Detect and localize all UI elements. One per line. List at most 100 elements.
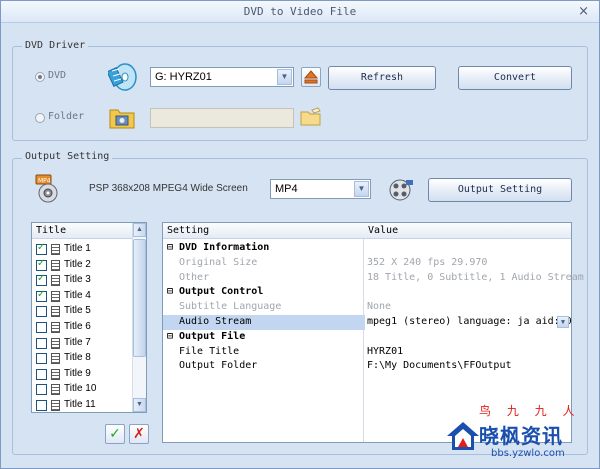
uncheck-all-button[interactable]: ✗ [129,424,149,444]
title-checkbox[interactable] [36,322,47,333]
dvd-disc-icon [106,59,138,93]
grid-header-setting: Setting [167,225,210,236]
grid-setting-value: HYRZ01 [367,345,404,357]
grid-setting-value: F:\My Documents\FFOutput [367,360,512,372]
title-list-item[interactable]: Title 10 [36,382,136,397]
grid-setting-key: Other [179,271,210,283]
title-checkbox[interactable] [36,289,47,302]
grid-setting-row[interactable]: Original Size 352 X 240 fps 29.970 [163,256,571,271]
title-list-item[interactable]: Title 11 [36,398,136,413]
title-item-label: Title 4 [64,289,91,301]
title-bar[interactable]: DVD to Video File × [1,1,599,23]
grid-setting-key: Original Size [179,256,258,268]
watermark-text: 晓枫资讯 [479,424,563,448]
chevron-down-icon[interactable]: ▼ [277,69,292,85]
grid-setting-row[interactable]: File Title HYRZ01 [163,345,571,360]
grid-setting-row[interactable]: Audio Stream mpeg1 (stereo) language: ja … [163,315,572,330]
grid-setting-value: None [367,301,392,313]
folder-path-input[interactable] [150,108,294,128]
grid-setting-row[interactable]: Subtitle Language None [163,300,571,315]
film-icon [51,384,60,396]
folder-radio-label: Folder [48,111,85,122]
output-setting-button[interactable]: Output Setting [428,178,572,202]
title-list-item[interactable]: Title 7 [36,336,136,351]
dvd-radio[interactable] [35,72,45,82]
title-item-label: Title 7 [64,336,91,348]
grid-setting-row[interactable]: Other 18 Title, 0 Subtitle, 1 Audio Strea… [163,271,584,286]
folder-video-icon [109,105,135,129]
title-list-item[interactable]: Title 1 [36,242,136,257]
drive-select-value: G: HYRZ01 [155,71,212,83]
grid-setting-key: File Title [179,345,240,357]
film-icon [51,368,60,380]
title-checkbox[interactable] [36,337,47,349]
film-icon [51,290,60,302]
grid-header: Setting Value [163,223,571,239]
svg-text:MP4: MP4 [38,178,51,185]
title-item-label: Title 1 [64,243,91,254]
collapse-icon[interactable]: ⊟ [167,331,173,342]
grid-setting-row[interactable]: Output Folder F:\My Documents\FFOutput [163,359,571,374]
grid-group-row[interactable]: ⊟ Output File [163,330,571,345]
title-list[interactable]: Title Title 1 Title 2 Title 3 Title 4 Title … [31,222,147,413]
film-icon [51,275,60,287]
title-list-item[interactable]: Title 5 [36,304,136,319]
title-list-item[interactable]: Title 3 [36,273,136,288]
title-checkbox[interactable] [36,368,47,380]
grid-setting-value[interactable]: mpeg1 (stereo) language: ja aid: 0 [365,315,572,330]
window-title: DVD to Video File [243,5,357,18]
refresh-button[interactable]: Refresh [328,66,436,90]
folder-radio[interactable] [35,113,45,123]
grid-setting-value: 352 X 240 fps 29.970 [367,256,488,268]
collapse-icon[interactable]: ⊟ [167,242,173,253]
title-checkbox[interactable] [36,306,47,318]
title-list-item[interactable]: Title 8 [36,351,136,366]
scroll-down-icon[interactable]: ▼ [133,398,146,412]
film-icon [51,353,60,365]
collapse-icon[interactable]: ⊟ [167,286,173,297]
grid-setting-key: Output Control [179,286,264,298]
film-icon [51,322,60,333]
check-all-button[interactable]: ✓ [105,424,125,444]
title-item-label: Title 11 [64,399,96,410]
scroll-up-icon[interactable]: ▲ [133,223,146,237]
grid-setting-key: Subtitle Language [179,301,282,313]
drive-select[interactable]: G: HYRZ01 ▼ [150,67,294,87]
chevron-down-icon[interactable]: ▼ [557,316,569,328]
site-watermark: 晓枫资讯 bbs.yzwlo.com [441,418,600,469]
title-checkbox[interactable] [36,400,47,411]
close-icon[interactable]: × [578,4,589,19]
grid-setting-key: DVD Information [179,242,270,253]
title-item-label: Title 3 [64,274,91,286]
film-reel-icon [386,177,414,203]
browse-folder-icon[interactable] [300,107,322,127]
title-checkbox[interactable] [36,273,47,287]
watermark-url: bbs.yzwlo.com [491,448,565,459]
title-list-item[interactable]: Title 4 [36,289,136,304]
film-icon [51,259,60,271]
app-window: DVD to Video File × DVD Driver DVD G: HY… [0,0,600,469]
format-select[interactable]: MP4 ▼ [270,179,371,199]
title-checkbox[interactable] [36,258,47,271]
grid-setting-key: Audio Stream [179,316,252,327]
grid-group-row[interactable]: ⊟ Output Control [163,285,571,300]
dvd-radio-label: DVD [48,70,67,81]
title-list-scrollbar[interactable]: ▲ ▼ [132,223,146,412]
title-checkbox[interactable] [36,242,47,255]
chevron-down-icon[interactable]: ▼ [354,181,369,197]
title-item-label: Title 6 [64,321,91,332]
title-checkbox[interactable] [36,384,47,396]
dvd-driver-legend: DVD Driver [22,40,89,51]
title-list-item[interactable]: Title 2 [36,258,136,273]
house-logo-icon [447,422,479,450]
title-list-item[interactable]: Title 6 [36,320,136,335]
red-watermark-text: 鸟 九 九 人 [479,404,581,418]
title-item-label: Title 9 [64,367,91,379]
eject-button[interactable] [301,67,321,87]
grid-group-row[interactable]: ⊟ DVD Information [163,241,571,256]
scroll-thumb[interactable] [133,239,146,357]
convert-button[interactable]: Convert [458,66,572,90]
title-item-label: Title 2 [64,258,91,270]
title-checkbox[interactable] [36,353,47,365]
title-list-item[interactable]: Title 9 [36,367,136,382]
